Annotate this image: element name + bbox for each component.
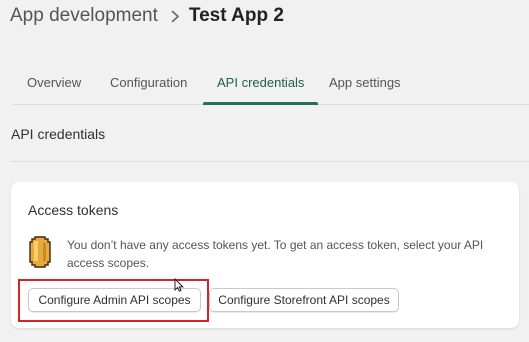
section-title: API credentials: [11, 126, 106, 142]
tab-app-settings[interactable]: App settings: [315, 64, 415, 104]
configure-storefront-api-scopes-button[interactable]: Configure Storefront API scopes: [209, 288, 399, 312]
breadcrumb-app-development[interactable]: App development: [10, 5, 158, 27]
tab-configuration[interactable]: Configuration: [96, 64, 201, 104]
tab-overview[interactable]: Overview: [13, 64, 95, 104]
tab-api-credentials[interactable]: API credentials: [203, 64, 319, 105]
page-title: Test App 2: [188, 5, 284, 26]
section-divider: [10, 161, 529, 162]
mouse-pointer-icon: [174, 277, 184, 292]
page-header: App development Test App 2: [10, 4, 284, 28]
access-tokens-title: Access tokens: [28, 202, 119, 218]
tab-bar: Overview Configuration API credentials A…: [13, 64, 529, 105]
token-icon: [29, 236, 51, 268]
chevron-right-icon: [171, 10, 180, 23]
no-tokens-message: You don’t have any access tokens yet. To…: [67, 238, 484, 270]
